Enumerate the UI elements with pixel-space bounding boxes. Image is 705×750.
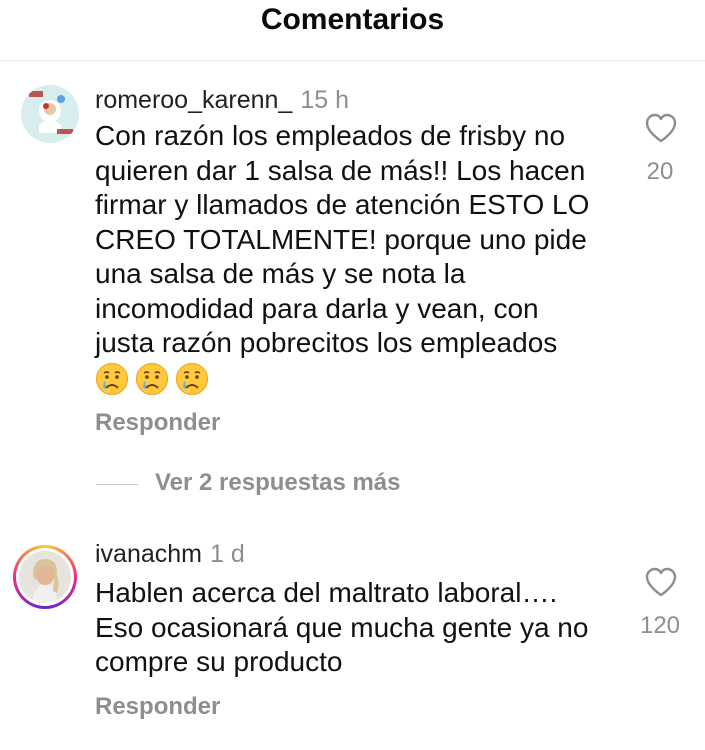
avatar[interactable] xyxy=(21,85,79,143)
comment-header: ivanachm 1 d xyxy=(95,539,245,569)
like-count: 120 xyxy=(639,612,681,639)
comment-text: Hablen acerca del maltrato laboral…. Eso… xyxy=(95,577,589,677)
heart-icon[interactable] xyxy=(644,112,678,144)
crying-face-icon xyxy=(96,363,128,395)
view-more-replies-button[interactable]: Ver 2 respuestas más xyxy=(155,468,401,498)
reply-button[interactable]: Responder xyxy=(95,692,220,722)
avatar-image-icon xyxy=(19,551,71,603)
story-ring-gap xyxy=(16,548,74,606)
reply-button[interactable]: Responder xyxy=(95,408,220,438)
emoji-row xyxy=(95,362,209,396)
username[interactable]: ivanachm xyxy=(95,540,202,568)
comment-text: Con razón los empleados de frisby no qui… xyxy=(95,120,590,358)
crying-face-icon xyxy=(136,363,168,395)
username[interactable]: romeroo_karenn_ xyxy=(95,86,292,114)
crying-face-icon xyxy=(176,363,208,395)
avatar-image-icon xyxy=(21,85,79,143)
heart-icon[interactable] xyxy=(644,566,678,598)
comment-time: 1 d xyxy=(210,540,245,568)
comments-header: Comentarios xyxy=(0,0,705,61)
story-ring[interactable] xyxy=(13,545,77,609)
page-title: Comentarios xyxy=(260,3,445,36)
replies-divider xyxy=(96,484,138,485)
comment-header: romeroo_karenn_ 15 h xyxy=(95,85,349,115)
like-count: 20 xyxy=(646,158,674,185)
avatar xyxy=(19,551,71,603)
comment-time: 15 h xyxy=(300,86,350,114)
